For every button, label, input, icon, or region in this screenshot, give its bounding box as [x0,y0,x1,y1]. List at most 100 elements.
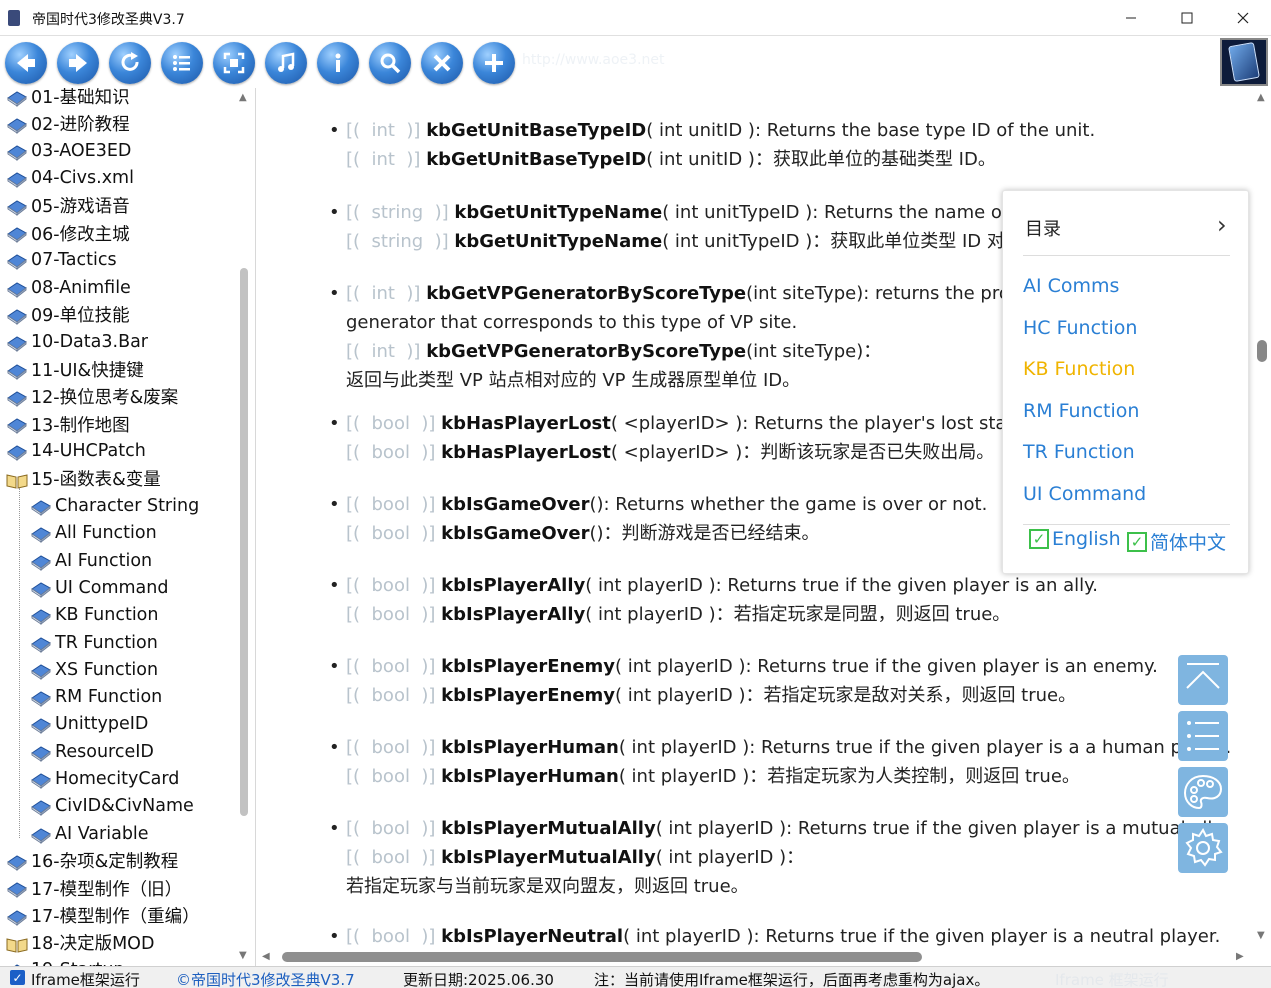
toc-link-tr-function[interactable]: TR Function [1023,441,1135,463]
tree-item[interactable]: 18-决定版MOD [6,929,154,956]
tree-item[interactable]: 04-Civs.xml [6,165,134,192]
tree-child-item[interactable]: RM Function [30,684,162,711]
tree-item[interactable]: 11-UI&快捷键 [6,356,144,383]
scroll-down-arrow-icon[interactable]: ▼ [239,950,247,961]
lang-english-toggle[interactable]: ✓ English [1029,528,1121,550]
tree-item[interactable]: 02-进阶教程 [6,110,130,137]
tree-item[interactable]: 12-换位思考&废案 [6,383,178,410]
sidebar-scrollbar[interactable]: ▲ ▼ [236,88,254,966]
iframe-checkbox[interactable]: ✓ [10,970,25,985]
tree-child-item[interactable]: CivID&CivName [30,793,194,820]
bullet-icon: • [329,926,340,947]
tree-item[interactable]: 01-基础知识 [6,88,130,110]
book-icon [30,498,52,517]
type-bracket: )] [394,120,427,141]
tree-item[interactable]: 17-模型制作（旧） [6,875,182,902]
tree-child-item[interactable]: UnittypeID [30,711,148,738]
content-vertical-scrollbar[interactable]: ▲ ▼ [1253,88,1271,948]
content-scroll-thumb[interactable] [1257,340,1267,362]
close-button[interactable] [1215,0,1271,36]
chevron-right-icon[interactable]: › [1217,211,1227,239]
return-type: string [371,202,424,223]
tree-item[interactable]: 09-单位技能 [6,301,130,328]
scroll-up-arrow-icon[interactable]: ▲ [1257,92,1265,103]
tree-child-item[interactable]: TR Function [30,629,158,656]
settings-button[interactable] [1178,823,1228,873]
refresh-icon [121,52,139,71]
toc-link-ai-comms[interactable]: AI Comms [1023,275,1119,297]
tree-child-item[interactable]: HomecityCard [30,766,179,793]
menu-button[interactable] [1178,711,1228,761]
app-version-link[interactable]: ©帝国时代3修改圣典V3.7 [176,969,355,988]
scroll-up-arrow-icon[interactable]: ▲ [239,92,247,103]
function-name: kbIsPlayerNeutral [441,926,624,947]
type-bracket: [( [346,231,372,252]
refresh-button[interactable] [109,42,151,84]
horizontal-scroll-thumb[interactable] [282,952,922,962]
tree-item[interactable]: 03-AOE3ED [6,138,131,165]
type-bracket: [( [346,494,372,515]
toc-link-kb-function[interactable]: KB Function [1023,358,1135,380]
tree-item-label: 06-修改主城 [31,224,130,245]
info-button[interactable] [317,42,359,84]
tree-child-item[interactable]: UI Command [30,574,168,601]
type-bracket: )] [409,494,442,515]
tree-item[interactable]: 07-Tactics [6,247,117,274]
tree-item-label: ResourceID [55,741,154,762]
tree-child-item[interactable]: XS Function [30,656,158,683]
checkbox-checked-icon[interactable]: ✓ [1029,529,1049,549]
tree-item[interactable]: 06-修改主城 [6,220,130,247]
tree-child-item[interactable]: ResourceID [30,738,154,765]
scroll-left-arrow-icon[interactable]: ◀ [262,951,270,962]
add-button[interactable] [473,42,515,84]
tree-item[interactable]: 08-Animfile [6,274,131,301]
tree-item[interactable]: 16-杂项&定制教程 [6,847,178,874]
checkbox-checked-icon[interactable]: ✓ [1127,531,1147,552]
function-name: kbGetUnitBaseTypeID [426,149,647,170]
scroll-right-arrow-icon[interactable]: ▶ [1236,951,1244,962]
bullet-icon: • [329,283,340,304]
tree-item-label: 02-进阶教程 [31,115,130,136]
list-button[interactable] [161,42,203,84]
tree-item-label: CivID&CivName [55,796,194,817]
app-icon [8,10,20,26]
toc-link-hc-function[interactable]: HC Function [1023,317,1137,339]
book-icon [30,662,52,680]
to-top-icon [1186,663,1220,689]
function-name: kbGetUnitTypeName [454,202,663,223]
content-horizontal-scrollbar[interactable]: ◀ ▶ [258,948,1253,966]
tree-item[interactable]: 15-函数表&变量 [6,465,161,492]
book-icon [6,225,28,244]
forward-button[interactable] [57,42,99,84]
minimize-button[interactable] [1103,0,1159,36]
tree-item[interactable]: 17-模型制作（重编） [6,902,200,929]
tree-item[interactable]: 10-Data3.Bar [6,329,148,356]
back-button[interactable] [5,42,47,84]
return-type: bool [371,685,410,706]
menu-icon [1187,721,1219,751]
book-icon [6,280,28,298]
tree-child-item[interactable]: All Function [30,520,157,547]
fullscreen-button[interactable] [213,42,255,84]
tree-child-item[interactable]: AI Function [30,547,152,574]
toc-link-rm-function[interactable]: RM Function [1023,400,1139,422]
lang-chinese-toggle[interactable]: ✓ 简体中文 [1127,528,1226,555]
close-page-button[interactable] [421,42,463,84]
toc-link-ui-command[interactable]: UI Command [1023,483,1146,505]
bullet-icon: • [329,818,340,839]
tree-item[interactable]: 19-Startup [6,957,125,966]
tree-item[interactable]: 14-UHCPatch [6,438,146,465]
scroll-to-top-button[interactable] [1178,655,1228,705]
tree-child-item[interactable]: AI Variable [30,820,149,847]
tree-child-item[interactable]: KB Function [30,602,158,629]
tree-item[interactable]: 13-制作地图 [6,411,130,438]
scroll-down-arrow-icon[interactable]: ▼ [1257,930,1265,941]
theme-button[interactable] [1178,767,1228,817]
search-button[interactable] [369,42,411,84]
maximize-button[interactable] [1159,0,1215,36]
tree-item[interactable]: 05-游戏语音 [6,192,130,219]
tree-child-item[interactable]: Character String [30,493,199,520]
tree-item-label: 13-制作地图 [31,415,130,436]
sidebar-scroll-thumb[interactable] [240,268,248,816]
music-button[interactable] [265,42,307,84]
